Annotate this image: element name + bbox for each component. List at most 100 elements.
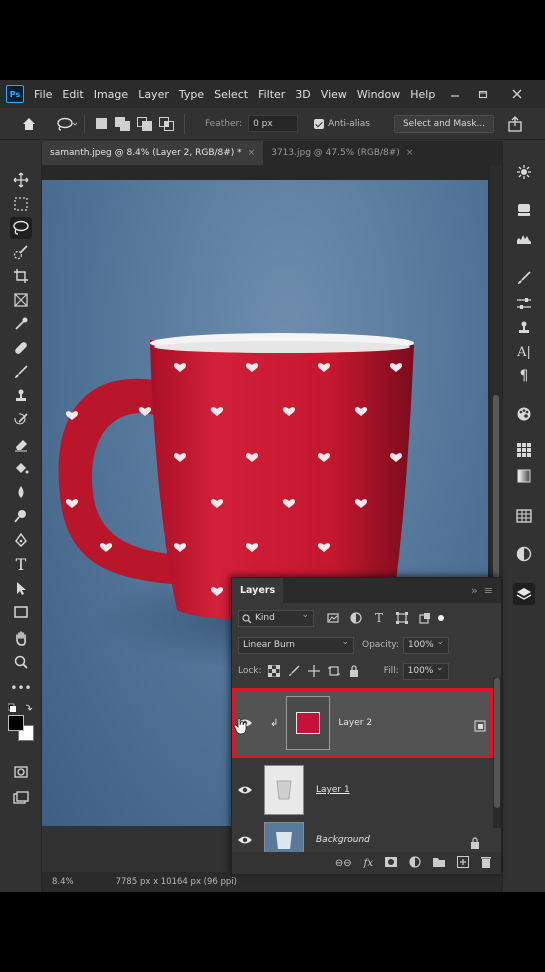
restore-icon[interactable] (468, 80, 498, 108)
add-to-selection-icon[interactable] (115, 116, 131, 131)
layers-panel-title[interactable]: Layers (232, 578, 284, 603)
brush-tool-icon[interactable] (10, 361, 32, 383)
antialias-checkbox[interactable]: Anti-alias (314, 118, 370, 129)
filter-kind-dropdown[interactable]: Kind (238, 609, 314, 627)
gradients-panel-icon[interactable] (513, 465, 535, 487)
swap-colors-icon[interactable] (7, 699, 34, 712)
pixel-filter-icon[interactable] (326, 611, 340, 625)
quick-selection-tool-icon[interactable] (10, 241, 32, 263)
zoom-level[interactable]: 8.4% (52, 877, 74, 887)
tab-3713[interactable]: 3713.jpg @ 47.5% (RGB/8#) × (263, 141, 421, 165)
screen-mode-icon[interactable] (10, 787, 32, 809)
character-panel-icon[interactable]: A| (513, 341, 535, 363)
visibility-eye-icon[interactable] (234, 784, 256, 796)
crop-tool-icon[interactable] (10, 265, 32, 287)
foreground-color-swatch[interactable] (8, 715, 24, 731)
eyedropper-tool-icon[interactable] (10, 313, 32, 335)
close-icon[interactable] (502, 80, 532, 108)
lock-all-icon[interactable] (348, 665, 360, 677)
adjustment-filter-icon[interactable] (349, 611, 363, 625)
smart-object-filter-icon[interactable] (418, 611, 432, 625)
new-adjustment-layer-icon[interactable] (409, 855, 421, 871)
lock-artboard-icon[interactable] (327, 665, 340, 677)
menu-help[interactable]: Help (410, 88, 435, 101)
blur-tool-icon[interactable] (10, 481, 32, 503)
select-and-mask-button[interactable]: Select and Mask... (393, 114, 495, 133)
adjustments-panel-icon[interactable] (513, 543, 535, 565)
layers-scrollbar[interactable] (493, 678, 501, 828)
frame-tool-icon[interactable] (10, 289, 32, 311)
quick-mask-icon[interactable] (10, 761, 32, 783)
visibility-eye-icon[interactable] (234, 834, 256, 846)
more-tools-icon[interactable]: ••• (10, 677, 32, 699)
move-tool-icon[interactable] (10, 169, 32, 191)
new-layer-icon[interactable] (457, 855, 469, 871)
panel-menu-icon[interactable]: ≡ (484, 584, 493, 597)
delete-layer-icon[interactable] (481, 856, 491, 871)
eraser-tool-icon[interactable] (10, 433, 32, 455)
path-selection-tool-icon[interactable] (10, 577, 32, 599)
scrollbar-thumb[interactable] (493, 395, 499, 585)
opacity-input[interactable]: 100% (403, 636, 449, 654)
healing-brush-tool-icon[interactable] (10, 337, 32, 359)
clone-stamp-tool-icon[interactable] (10, 385, 32, 407)
fill-input[interactable]: 100% (402, 662, 449, 680)
new-selection-icon[interactable] (96, 118, 107, 129)
learn-panel-icon[interactable] (513, 161, 535, 183)
menu-layer[interactable]: Layer (138, 88, 169, 101)
menu-edit[interactable]: Edit (62, 88, 83, 101)
color-swatches[interactable] (8, 715, 36, 743)
layers-panel-icon[interactable] (513, 583, 535, 605)
hand-tool-icon[interactable] (10, 627, 32, 649)
share-icon[interactable] (506, 115, 524, 133)
shape-filter-icon[interactable] (395, 611, 409, 625)
menu-view[interactable]: View (321, 88, 347, 101)
layer-row-layer-1[interactable]: Layer 1 (232, 762, 494, 818)
tab-samanth[interactable]: samanth.jpeg @ 8.4% (Layer 2, RGB/8#) * … (42, 141, 264, 165)
lock-icon[interactable] (470, 834, 480, 849)
home-icon[interactable] (18, 113, 40, 135)
new-group-icon[interactable] (433, 857, 445, 870)
intersect-selection-icon[interactable] (159, 116, 175, 131)
minimize-icon[interactable] (440, 80, 470, 108)
swatches-panel-icon[interactable] (513, 439, 535, 461)
scrollbar-thumb[interactable] (494, 678, 500, 808)
layer-name[interactable]: Layer 1 (316, 785, 350, 795)
menu-type[interactable]: Type (179, 88, 204, 101)
layer-name[interactable]: Background (316, 835, 370, 845)
layer-row-layer-2[interactable]: ↲ Layer 2 (232, 688, 494, 758)
type-filter-icon[interactable]: T (372, 611, 386, 625)
menu-file[interactable]: File (34, 88, 52, 101)
close-tab-icon[interactable]: × (406, 148, 414, 158)
paragraph-panel-icon[interactable]: ¶ (513, 365, 535, 387)
menu-3d[interactable]: 3D (295, 88, 310, 101)
blend-mode-dropdown[interactable]: Linear Burn (238, 636, 354, 654)
dodge-tool-icon[interactable] (10, 505, 32, 527)
lock-image-pixels-icon[interactable] (288, 665, 300, 677)
adjustments-slider-icon[interactable] (513, 293, 535, 315)
lasso-tool-preset-icon[interactable] (56, 117, 78, 131)
lasso-tool-icon[interactable] (10, 217, 32, 239)
libraries-panel-icon[interactable] (513, 199, 535, 221)
feather-input[interactable]: 0 px (248, 115, 299, 132)
menu-window[interactable]: Window (357, 88, 400, 101)
lock-position-icon[interactable] (307, 665, 320, 677)
menu-image[interactable]: Image (94, 88, 128, 101)
layer-thumbnail[interactable] (286, 696, 331, 750)
menu-filter[interactable]: Filter (258, 88, 285, 101)
fx-icon[interactable]: fx (364, 858, 373, 869)
add-mask-icon[interactable] (385, 856, 397, 870)
menu-select[interactable]: Select (214, 88, 248, 101)
lock-transparent-pixels-icon[interactable] (267, 664, 281, 678)
collapse-panel-icon[interactable]: » (471, 584, 478, 597)
paint-bucket-tool-icon[interactable] (10, 457, 32, 479)
rectangle-tool-icon[interactable] (10, 601, 32, 623)
pen-tool-icon[interactable] (10, 529, 32, 551)
patterns-panel-icon[interactable] (513, 505, 535, 527)
zoom-tool-icon[interactable] (10, 651, 32, 673)
brushes-panel-icon[interactable] (513, 267, 535, 289)
layer-name[interactable]: Layer 2 (338, 718, 372, 728)
history-brush-tool-icon[interactable] (10, 409, 32, 431)
subtract-from-selection-icon[interactable] (137, 116, 153, 131)
histogram-panel-icon[interactable] (513, 227, 535, 249)
